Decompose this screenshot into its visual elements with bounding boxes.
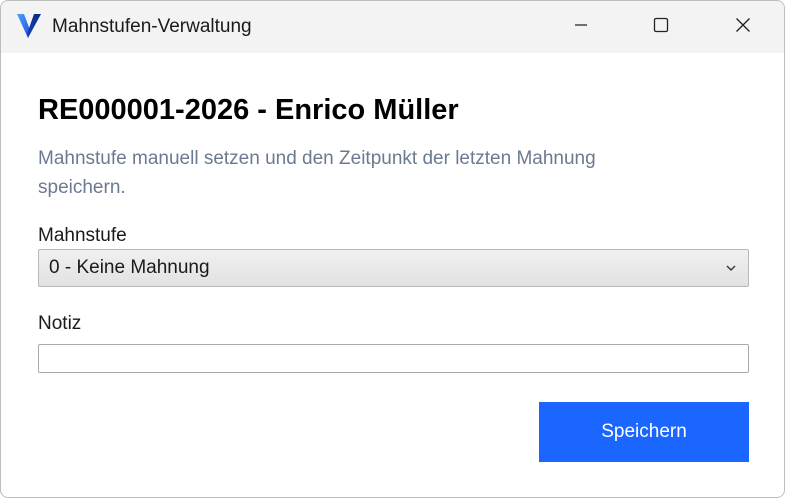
mahnstufe-select[interactable]: 0 - Keine Mahnung	[38, 249, 749, 287]
app-logo-v-icon	[15, 12, 43, 40]
save-button[interactable]: Speichern	[539, 402, 749, 462]
title-bar[interactable]: Mahnstufen-Verwaltung	[1, 1, 784, 53]
minimize-button[interactable]	[541, 1, 621, 53]
page-subtitle: Mahnstufe manuell setzen und den Zeitpun…	[38, 148, 596, 198]
chevron-down-icon	[724, 261, 738, 275]
maximize-icon	[653, 17, 669, 38]
app-window: Mahnstufen-Verwaltung RE000001-2026 - En…	[0, 0, 785, 498]
maximize-button[interactable]	[621, 1, 701, 53]
close-button[interactable]	[703, 1, 783, 53]
window-title: Mahnstufen-Verwaltung	[52, 16, 252, 37]
notiz-label: Notiz	[38, 313, 82, 334]
close-icon	[735, 17, 751, 38]
page-title: RE000001-2026 - Enrico Müller	[38, 94, 459, 126]
notiz-input[interactable]	[38, 344, 749, 373]
mahnstufe-label: Mahnstufe	[38, 225, 127, 246]
minimize-icon	[574, 18, 588, 37]
mahnstufe-selected-value: 0 - Keine Mahnung	[49, 257, 210, 278]
